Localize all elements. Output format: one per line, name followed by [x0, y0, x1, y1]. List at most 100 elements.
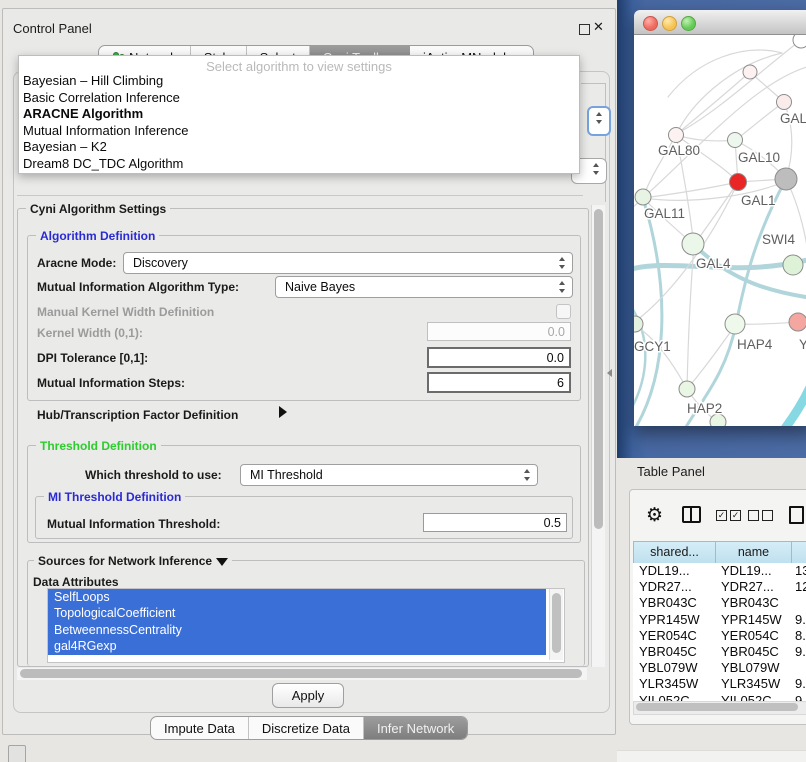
data-attributes-list[interactable]: SelfLoopsTopologicalCoefficientBetweenne… [47, 588, 565, 663]
tab-discretize-data[interactable]: Discretize Data [249, 717, 364, 739]
network-canvas[interactable]: GALGAL80GAL10GAL1GAL11GAL4SWI4GCY1HAP4YH… [634, 35, 806, 426]
algorithm-option[interactable]: ARACNE Algorithm [19, 106, 579, 123]
table-row[interactable]: YBR045CYBR045C9. [633, 644, 806, 660]
stepper-icon [595, 112, 604, 124]
manual-kernel-checkbox[interactable] [556, 304, 571, 319]
scrollbar-thumb[interactable] [20, 669, 582, 678]
float-icon[interactable] [579, 24, 590, 35]
zoom-traffic-icon[interactable] [681, 16, 696, 31]
network-node[interactable] [783, 255, 803, 275]
document-icon[interactable] [789, 506, 804, 524]
table-cell: YBR043C [721, 595, 796, 611]
apply-button[interactable]: Apply [272, 683, 344, 708]
close-traffic-icon[interactable] [643, 16, 658, 31]
network-node[interactable] [793, 35, 806, 48]
horizontal-scrollbar[interactable] [17, 668, 587, 680]
table-row[interactable]: YER054CYER054C8. [633, 628, 806, 644]
collapsed-panel-button[interactable] [8, 745, 26, 762]
close-icon[interactable]: ✕ [593, 19, 604, 35]
aracne-mode-select[interactable]: Discovery [123, 252, 573, 274]
network-node[interactable] [725, 314, 745, 334]
network-node[interactable] [728, 133, 743, 148]
focused-combo-fragment[interactable] [587, 106, 611, 136]
tab-infer-network[interactable]: Infer Network [364, 717, 467, 739]
algorithm-options-list: Bayesian – Hill ClimbingBasic Correlatio… [19, 73, 579, 173]
network-node[interactable] [635, 189, 651, 205]
table-horizontal-scrollbar[interactable] [633, 701, 806, 715]
table-row[interactable]: YLR345WYLR345W9. [633, 676, 806, 692]
scrollbar-thumb[interactable] [594, 209, 603, 529]
scrollbar-thumb[interactable] [552, 593, 561, 653]
checked-checkbox-icon[interactable]: ✓ [730, 510, 741, 521]
table-cell: YDR27... [639, 579, 720, 595]
algorithm-option[interactable]: Mutual Information Inference [19, 123, 579, 140]
table-cell: 8. [795, 628, 806, 644]
attribute-list-item[interactable]: BetweennessCentrality [48, 622, 546, 638]
checked-checkbox-icon[interactable]: ✓ [716, 510, 727, 521]
table-row[interactable]: YDL19...YDL19...13 [633, 563, 806, 579]
collapse-arrow-icon [216, 558, 228, 566]
network-node[interactable] [669, 128, 684, 143]
algorithm-option[interactable]: Bayesian – Hill Climbing [19, 73, 579, 90]
unchecked-checkbox-icon[interactable] [748, 510, 759, 521]
table-cell: 13 [795, 563, 806, 579]
table-cell: 9. [795, 612, 806, 628]
dpi-tolerance-field[interactable] [427, 347, 571, 368]
table-panel-title: Table Panel [637, 464, 705, 479]
table-cell: 9 [795, 693, 806, 701]
hub-definition-label[interactable]: Hub/Transcription Factor Definition [37, 408, 238, 422]
kernel-width-field[interactable] [427, 322, 571, 341]
table-row[interactable]: YPR145WYPR145W9. [633, 612, 806, 628]
attribute-list-item[interactable]: gal4RGexp [48, 638, 546, 654]
algorithm-option[interactable]: Basic Correlation Inference [19, 90, 579, 107]
dpi-tolerance-label: DPI Tolerance [0,1]: [37, 351, 148, 365]
expand-arrow-icon[interactable] [279, 406, 287, 418]
stepper-icon [523, 469, 532, 481]
network-node[interactable] [730, 174, 747, 191]
group-title: Cyni Algorithm Settings [26, 202, 170, 216]
network-node[interactable] [777, 95, 792, 110]
which-threshold-select[interactable]: MI Threshold [240, 464, 538, 486]
column-header[interactable] [791, 541, 806, 564]
table-cell: YPR145W [639, 612, 720, 628]
tab-impute-data[interactable]: Impute Data [151, 717, 249, 739]
table-header: shared...name [633, 541, 806, 563]
gear-icon[interactable]: ⚙ [646, 506, 663, 526]
selected-value: MI Threshold [250, 468, 323, 482]
network-node[interactable] [775, 168, 797, 190]
algorithm-option[interactable]: Bayesian – K2 [19, 139, 579, 156]
mi-steps-label: Mutual Information Steps: [37, 376, 185, 390]
column-header[interactable]: name [715, 541, 792, 564]
list-scrollbar[interactable] [549, 589, 563, 660]
attribute-list-item[interactable]: TopologicalCoefficient [48, 605, 546, 621]
columns-icon[interactable] [682, 506, 701, 523]
vertical-scrollbar[interactable] [591, 205, 605, 667]
table-row[interactable]: YIL052CYIL052C9 [633, 693, 806, 701]
table-row[interactable]: YDR27...YDR27...12 [633, 579, 806, 595]
stepper-icon [592, 163, 601, 175]
network-window[interactable]: GALGAL80GAL10GAL1GAL11GAL4SWI4GCY1HAP4YH… [634, 10, 806, 426]
table-cell: YIL052C [721, 693, 796, 701]
scrollbar-thumb[interactable] [636, 703, 798, 711]
table-row[interactable]: YBL079WYBL079W [633, 660, 806, 676]
table-cell: YER054C [721, 628, 796, 644]
splitter-collapse-icon[interactable] [607, 369, 612, 377]
mi-type-select[interactable]: Naive Bayes [275, 276, 573, 298]
unchecked-checkbox-icon[interactable] [762, 510, 773, 521]
minimize-traffic-icon[interactable] [662, 16, 677, 31]
column-header[interactable]: shared... [633, 541, 716, 564]
attribute-list-item[interactable]: SelfLoops [48, 589, 546, 605]
network-node[interactable] [743, 65, 757, 79]
algorithm-option[interactable]: Dream8 DC_TDC Algorithm [19, 156, 579, 173]
mi-threshold-field[interactable] [423, 513, 567, 532]
hidden-groupbox-fragment [581, 83, 606, 202]
table-cell: YBL079W [639, 660, 720, 676]
table-row[interactable]: YBR043CYBR043C [633, 595, 806, 611]
network-node[interactable] [682, 233, 704, 255]
node-label: HAP2 [687, 401, 722, 416]
table-cell: YPR145W [721, 612, 796, 628]
window-titlebar[interactable] [634, 10, 806, 35]
network-node[interactable] [789, 313, 806, 331]
network-node[interactable] [679, 381, 695, 397]
mi-steps-field[interactable] [427, 372, 571, 393]
